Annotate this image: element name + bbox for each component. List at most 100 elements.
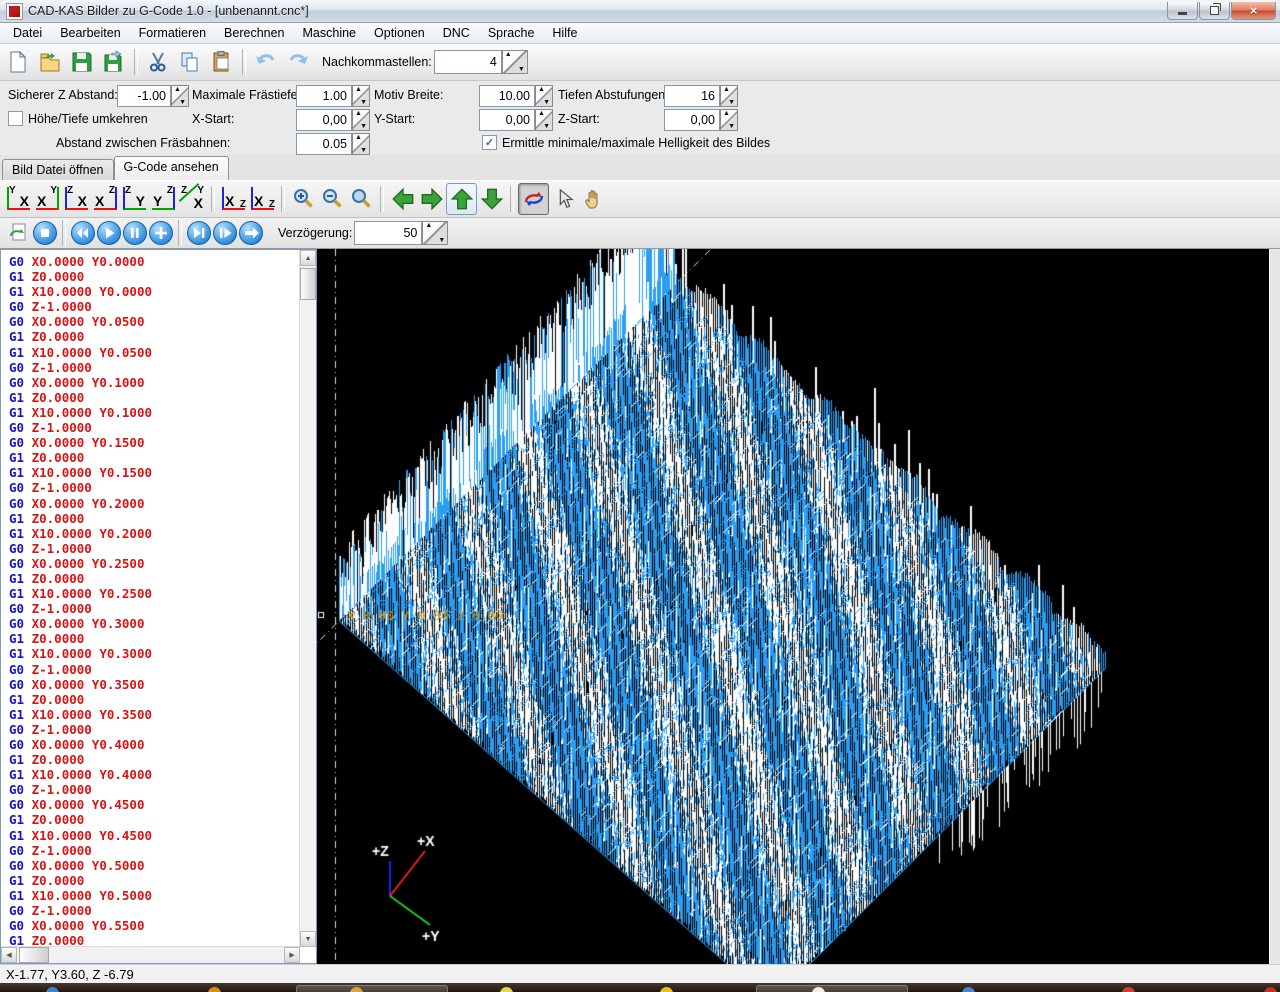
view-yx-button[interactable]: YX (4, 184, 33, 214)
redo-button[interactable] (282, 46, 314, 78)
safe-z-input[interactable]: -1.00 (117, 85, 171, 107)
view-xz-back-button[interactable]: XZ (248, 184, 277, 214)
x-start-input[interactable]: 0,00 (296, 109, 352, 131)
copy-button[interactable] (174, 46, 206, 78)
taskbar-window-button[interactable] (296, 985, 448, 992)
invert-height-checkbox[interactable]: Höhe/Tiefe umkehren (8, 111, 148, 126)
menu-bearbeiten[interactable]: Bearbeiten (51, 24, 129, 42)
gcode-line: G0 X0.0000 Y0.2500 (9, 556, 299, 571)
view-zy-button[interactable]: ZY (120, 184, 149, 214)
pan-hand-button[interactable] (578, 184, 607, 214)
minimize-button[interactable] (1167, 2, 1198, 20)
gcode-list[interactable]: G0 X0.0000 Y0.0000G1 Z0.0000G1 X10.0000 … (3, 252, 299, 946)
save-as-button[interactable] (98, 46, 130, 78)
new-file-button[interactable] (2, 46, 34, 78)
path-distance-input[interactable]: 0.05 (296, 133, 352, 155)
decimal-places-input[interactable]: 4 (434, 50, 502, 74)
taskbar-icon[interactable] (660, 987, 673, 992)
menu-dnc[interactable]: DNC (434, 24, 479, 42)
menu-hilfe[interactable]: Hilfe (543, 24, 586, 42)
brightness-checkbox[interactable]: ✓ Ermittle minimale/maximale Helligkeit … (482, 135, 770, 150)
view-iso-button[interactable]: ZYX (178, 184, 207, 214)
menu-maschine[interactable]: Maschine (294, 24, 366, 42)
play-button[interactable] (96, 221, 122, 245)
step-button[interactable] (212, 221, 238, 245)
scroll-right-button[interactable]: ▶ (284, 947, 300, 963)
tab-bild-datei-oeffnen[interactable]: Bild Datei öffnen (2, 159, 114, 180)
tab-gcode-ansehen[interactable]: G-Code ansehen (114, 156, 229, 180)
taskbar-icon[interactable] (46, 987, 59, 992)
gcode-3d-view[interactable] (317, 249, 1269, 964)
view-xz-button[interactable]: XZ (91, 184, 120, 214)
taskbar-icon[interactable] (500, 987, 513, 992)
taskbar-icon[interactable] (962, 987, 975, 992)
title-bar[interactable]: CAD-KAS Bilder zu G-Code 1.0 - [unbenann… (0, 0, 1280, 23)
undo-button[interactable] (250, 46, 282, 78)
open-file-button[interactable] (34, 46, 66, 78)
step-to-end-button[interactable] (186, 221, 212, 245)
regenerate-button[interactable] (6, 221, 32, 245)
zoom-in-button[interactable] (289, 184, 318, 214)
scroll-left-button[interactable]: ◀ (1, 947, 17, 963)
zoom-out-button[interactable] (318, 184, 347, 214)
vertical-scrollbar[interactable]: ▲ ▼ (299, 250, 316, 947)
decimal-places-spinner[interactable]: ▲ ▼ (502, 50, 528, 74)
depth-steps-spinner[interactable]: ▲▼ (720, 85, 738, 107)
save-button[interactable] (66, 46, 98, 78)
view-xz-front-button[interactable]: XZ (219, 184, 248, 214)
path-distance-spinner[interactable]: ▲▼ (352, 133, 370, 155)
pan-right-button[interactable] (417, 184, 446, 214)
max-depth-input[interactable]: 1.00 (296, 85, 352, 107)
spin-up-icon[interactable]: ▲ (505, 51, 512, 58)
depth-steps-input[interactable]: 16 (664, 85, 720, 107)
motif-width-spinner[interactable]: ▲▼ (535, 85, 553, 107)
delay-spinner[interactable]: ▲▼ (422, 221, 448, 245)
taskbar-icon[interactable] (1122, 987, 1135, 992)
y-start-spinner[interactable]: ▲▼ (535, 109, 553, 131)
select-cursor-button[interactable] (549, 184, 578, 214)
z-start-spinner[interactable]: ▲▼ (720, 109, 738, 131)
restore-button[interactable] (1199, 2, 1230, 20)
z-start-input[interactable]: 0,00 (664, 109, 720, 131)
stop-button[interactable] (32, 221, 58, 245)
y-start-input[interactable]: 0,00 (479, 109, 535, 131)
pan-left-button[interactable] (388, 184, 417, 214)
zoom-button[interactable] (347, 184, 376, 214)
safe-z-spinner[interactable]: ▲▼ (171, 85, 189, 107)
cut-button[interactable] (142, 46, 174, 78)
rotate-view-button[interactable] (518, 183, 549, 215)
menu-berechnen[interactable]: Berechnen (215, 24, 293, 42)
checkbox-check-icon[interactable]: ✓ (482, 135, 497, 150)
menu-datei[interactable]: Datei (4, 24, 51, 42)
motif-width-input[interactable]: 10.00 (479, 85, 535, 107)
scroll-up-button[interactable]: ▲ (300, 250, 316, 266)
taskbar-window-button[interactable] (756, 985, 908, 992)
paste-button[interactable] (206, 46, 238, 78)
horizontal-scrollbar[interactable]: ◀ ▶ (1, 946, 300, 963)
taskbar-icon[interactable] (208, 987, 221, 992)
view-yz-button[interactable]: YZ (149, 184, 178, 214)
rewind-button[interactable] (70, 221, 96, 245)
pause-button[interactable] (122, 221, 148, 245)
max-depth-spinner[interactable]: ▲▼ (352, 85, 370, 107)
horizontal-scroll-thumb[interactable] (19, 947, 49, 963)
pan-up-button[interactable] (446, 183, 477, 215)
view-xy-button[interactable]: XY (33, 184, 62, 214)
spin-down-icon[interactable]: ▼ (518, 66, 525, 73)
pan-down-button[interactable] (477, 184, 506, 214)
close-button[interactable]: × (1231, 2, 1276, 20)
gcode-list-panel[interactable]: G0 X0.0000 Y0.0000G1 Z0.0000G1 X10.0000 … (0, 249, 317, 964)
forward-button[interactable] (238, 221, 264, 245)
taskbar-icon[interactable] (1264, 987, 1277, 992)
scroll-down-button[interactable]: ▼ (300, 931, 316, 947)
checkbox-box[interactable] (8, 111, 23, 126)
view-zx-button[interactable]: ZX (62, 184, 91, 214)
menu-sprache[interactable]: Sprache (479, 24, 544, 42)
windows-taskbar[interactable] (0, 983, 1280, 992)
menu-formatieren[interactable]: Formatieren (130, 24, 215, 42)
speed-up-button[interactable] (148, 221, 174, 245)
delay-input[interactable]: 50 (354, 221, 422, 245)
menu-optionen[interactable]: Optionen (365, 24, 434, 42)
x-start-spinner[interactable]: ▲▼ (352, 109, 370, 131)
vertical-scroll-thumb[interactable] (300, 268, 316, 300)
